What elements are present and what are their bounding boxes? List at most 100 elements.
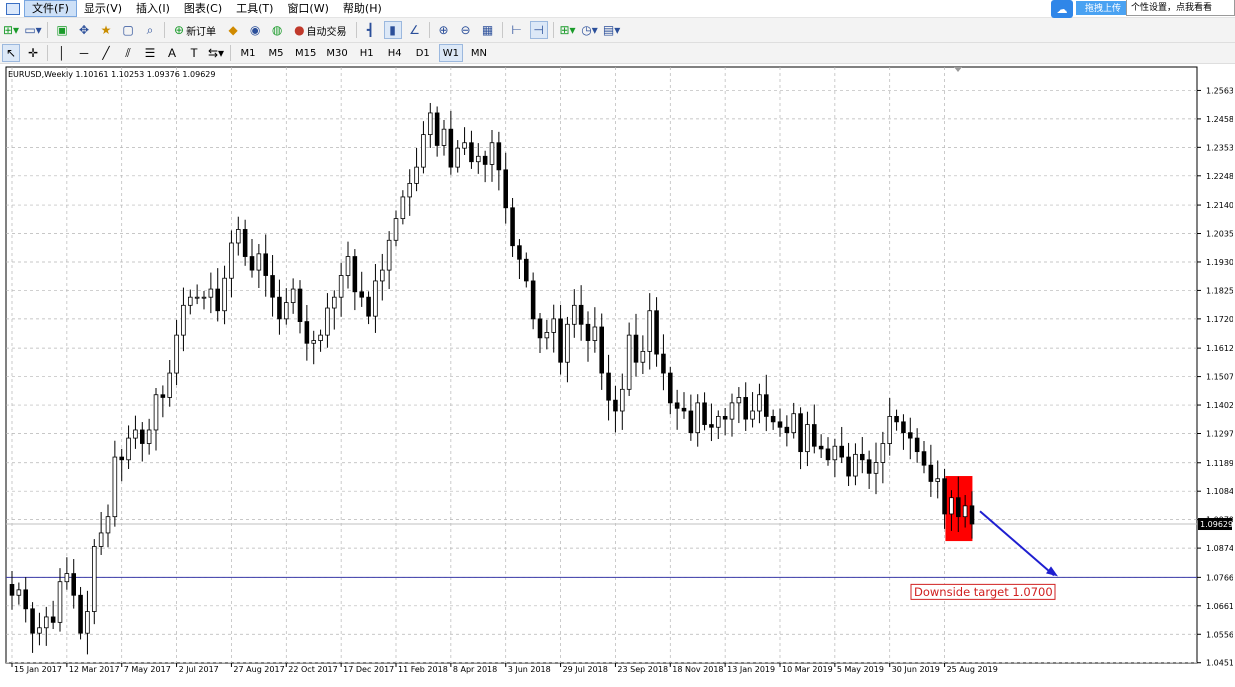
toolbar-divider (47, 22, 48, 38)
cursor-icon[interactable]: ↖ (2, 44, 20, 62)
candle-body (400, 196, 406, 220)
candle-body (866, 459, 872, 474)
candle-body (647, 310, 652, 352)
timeframe-m15[interactable]: M15 (292, 44, 319, 62)
timeframe-d1[interactable]: D1 (411, 44, 435, 62)
toolbar-divider (552, 22, 554, 38)
candle-body (674, 402, 680, 409)
timeframe-m30[interactable]: M30 (323, 44, 350, 62)
tile-windows-icon[interactable]: ▦ (479, 21, 497, 39)
menu-window[interactable]: 窗口(W) (280, 1, 335, 16)
zoom-out-icon[interactable]: ⊖ (457, 21, 475, 39)
timeframe-h4[interactable]: H4 (383, 44, 407, 62)
candle-body (853, 453, 858, 477)
candle-body (30, 608, 35, 634)
candle-body (716, 416, 721, 428)
candle-body (318, 334, 323, 341)
meta-editor-icon[interactable]: ◉ (246, 21, 264, 39)
new-order-button[interactable]: ⊕ 新订单 (170, 21, 220, 39)
vertical-line-icon[interactable]: │ (53, 44, 71, 62)
terminal-icon[interactable]: ▢ (119, 21, 137, 39)
candle-body (489, 142, 495, 165)
menu-charts[interactable]: 图表(C) (177, 1, 229, 16)
signals-icon[interactable]: ◆ (224, 21, 242, 39)
candle-body (688, 410, 694, 434)
menu-view[interactable]: 显示(V) (77, 1, 129, 16)
fibonacci-icon[interactable]: ☰ (141, 44, 159, 62)
candle-body (270, 275, 275, 298)
ime-tooltip: 个性设置，点我看看 (1126, 0, 1235, 16)
crosshair-icon[interactable]: ✛ (24, 44, 42, 62)
candle-body (427, 112, 433, 136)
profiles-icon[interactable]: ▭▾ (24, 21, 42, 39)
autotrading-button[interactable]: ● 自动交易 (290, 21, 350, 39)
menu-tools[interactable]: 工具(T) (229, 1, 280, 16)
cloud-upload-label[interactable]: 拖拽上传 (1076, 1, 1130, 15)
candle-body (297, 288, 303, 322)
candle-body (277, 296, 282, 320)
candle-body (969, 505, 975, 525)
new-order-icon: ⊕ (174, 23, 185, 37)
price-chart[interactable]: 1.25630 1.24580 1.23530 1.22480 1.21400 1.203… (4, 64, 1235, 684)
market-watch-icon[interactable]: ▣ (53, 21, 71, 39)
candle-body (743, 397, 748, 420)
templates-icon[interactable]: ▤▾ (603, 21, 621, 39)
bar-chart-icon[interactable]: ┫ (362, 21, 380, 39)
candle-body (956, 497, 961, 518)
candle-body (503, 169, 509, 209)
line-chart-icon[interactable]: ∠ (406, 21, 424, 39)
candle-body (448, 128, 454, 168)
price-tick-label: 1.08740 (1206, 544, 1233, 553)
toolbar-divider (355, 22, 357, 38)
chart-window[interactable]: 1.25630 1.24580 1.23530 1.22480 1.21400 1.203… (4, 64, 1235, 684)
options-icon[interactable]: ◍ (268, 21, 286, 39)
channel-icon[interactable]: ⫽ (119, 44, 137, 62)
periods-icon[interactable]: ◷▾ (581, 21, 599, 39)
candle-body (414, 166, 419, 184)
text-icon[interactable]: A (163, 44, 181, 62)
candle-body (661, 353, 666, 374)
target-label: Downside target 1.0700 (914, 585, 1053, 599)
standard-toolbar: ⊞▾ ▭▾ ▣ ✥ ★ ▢ ⌕ ⊕ 新订单 ◆ ◉ ◍ ● 自动交易 ┫ ▮ ∠ ⊕… (0, 18, 1235, 43)
text-label-icon[interactable]: T (185, 44, 203, 62)
menu-insert[interactable]: 插入(I) (129, 1, 177, 16)
drawing-toolbar: ↖ ✛ │ ─ ╱ ⫽ ☰ A T ⇆▾ M1 M5 M15 M30 H1 H4… (0, 43, 1235, 64)
trendline-icon[interactable]: ╱ (97, 44, 115, 62)
price-tick-label: 1.17200 (1206, 315, 1233, 324)
candlestick-icon[interactable]: ▮ (383, 21, 402, 39)
candle-body (832, 445, 838, 461)
candle-body (366, 296, 371, 317)
strategy-tester-icon[interactable]: ⌕ (141, 21, 159, 39)
horizontal-line-icon[interactable]: ─ (75, 44, 93, 62)
candle-body (112, 456, 118, 518)
candle-body (565, 323, 570, 363)
candle-body (791, 413, 796, 434)
chart-shift-icon[interactable]: ⊣ (529, 21, 548, 39)
menu-file[interactable]: 文件(F) (24, 0, 77, 17)
price-tick-label: 1.14020 (1206, 401, 1233, 410)
menu-help[interactable]: 帮助(H) (336, 1, 389, 16)
chart-symbol-header: EURUSD,Weekly 1.10161 1.10253 1.09376 1.… (8, 70, 216, 79)
candle-body (510, 207, 515, 247)
timeframe-m1[interactable]: M1 (236, 44, 260, 62)
candle-body (613, 399, 618, 412)
data-window-icon[interactable]: ✥ (75, 21, 93, 39)
candle-body (331, 296, 337, 309)
zoom-in-icon[interactable]: ⊕ (435, 21, 453, 39)
candle-body (702, 402, 707, 425)
navigator-icon[interactable]: ★ (97, 21, 115, 39)
arrows-icon[interactable]: ⇆▾ (207, 44, 225, 62)
menu-bar: 文件(F) 显示(V) 插入(I) 图表(C) 工具(T) 窗口(W) 帮助(H… (0, 0, 1235, 18)
cloud-upload-icon[interactable]: ☁ (1051, 0, 1073, 18)
timeframe-mn[interactable]: MN (467, 44, 491, 62)
new-chart-icon[interactable]: ⊞▾ (2, 21, 20, 39)
timeframe-h1[interactable]: H1 (355, 44, 379, 62)
indicators-icon[interactable]: ⊞▾ (559, 21, 577, 39)
candle-body (92, 546, 97, 612)
candle-body (462, 142, 467, 149)
auto-scroll-icon[interactable]: ⊢ (508, 21, 526, 39)
date-tick-label: 13 Jan 2019 (727, 665, 775, 674)
timeframe-m5[interactable]: M5 (264, 44, 288, 62)
timeframe-w1[interactable]: W1 (438, 44, 463, 62)
candle-body (668, 372, 673, 404)
